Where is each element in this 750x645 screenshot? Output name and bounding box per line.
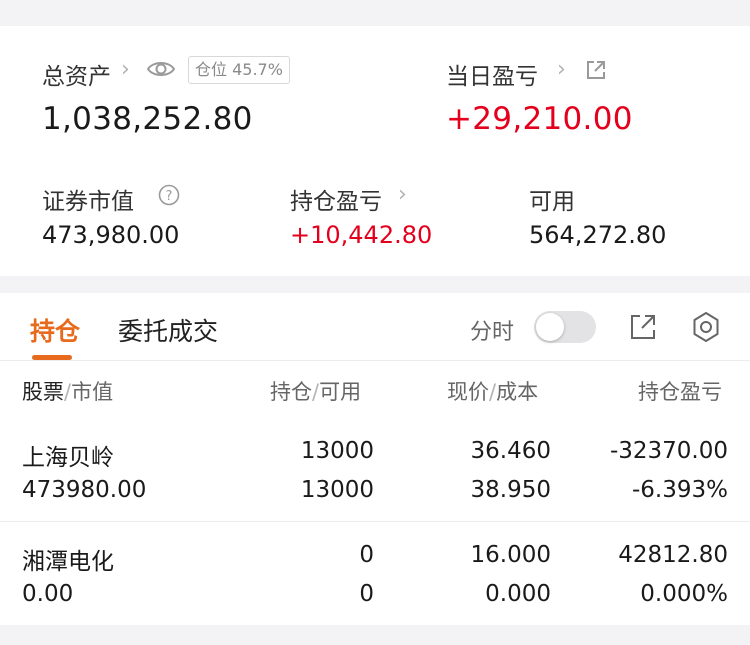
tab-divider [0, 360, 750, 361]
market-value-label: 证券市值 [42, 189, 134, 215]
intraday-toggle[interactable] [534, 311, 596, 343]
chevron-right-icon[interactable]: › [398, 182, 407, 207]
stock-name: 上海贝岭 [22, 445, 114, 471]
help-icon[interactable]: ? [158, 184, 180, 210]
row-divider [0, 521, 750, 522]
holding-pl-amount: -32370.00 [609, 438, 728, 464]
available-qty: 13000 [300, 477, 374, 503]
cost-price: 0.000 [485, 581, 551, 607]
table-row[interactable]: 上海贝岭 473980.00 13000 13000 36.460 38.950… [0, 423, 750, 519]
market-value-value: 473,980.00 [42, 221, 180, 249]
chevron-right-icon[interactable]: › [121, 57, 130, 82]
available-funds-label: 可用 [529, 189, 575, 215]
svg-text:?: ? [166, 189, 173, 204]
tab-holdings[interactable]: 持仓 [30, 312, 80, 348]
total-assets-value: 1,038,252.80 [42, 101, 253, 137]
holding-pl-label[interactable]: 持仓盈亏 [290, 182, 382, 216]
holding-qty: 13000 [300, 438, 374, 464]
holdings-card: 持仓 委托成交 分时 股票/市值 持仓/可用 现价/成本 持仓盈亏 上海贝岭 4… [0, 293, 750, 625]
current-price: 36.460 [470, 438, 551, 464]
stock-market-value: 0.00 [22, 581, 74, 607]
column-header-holding-available[interactable]: 持仓/可用 [270, 376, 361, 406]
stock-market-value: 473980.00 [22, 477, 147, 503]
holding-pl-amount: 42812.80 [618, 542, 728, 568]
account-summary-card: 总资产 › 仓位 45.7% 1,038,252.80 当日盈亏 › +29,2… [0, 26, 750, 276]
stock-name: 湘潭电化 [22, 549, 114, 575]
tab-orders[interactable]: 委托成交 [118, 312, 218, 348]
gear-icon[interactable] [689, 310, 723, 348]
available-qty: 0 [359, 581, 374, 607]
share-out-icon[interactable] [628, 312, 658, 346]
daily-pl-value: +29,210.00 [446, 101, 633, 137]
column-header-holding-pl[interactable]: 持仓盈亏 [638, 376, 722, 406]
eye-icon[interactable] [146, 58, 176, 84]
daily-pl-label[interactable]: 当日盈亏 [446, 57, 538, 91]
available-funds-value: 564,272.80 [529, 221, 667, 249]
holding-pl-value: +10,442.80 [290, 221, 433, 249]
total-assets-label[interactable]: 总资产 [42, 57, 111, 91]
holding-pl-percent: -6.393% [632, 477, 728, 503]
holding-qty: 0 [359, 542, 374, 568]
chevron-right-icon[interactable]: › [557, 57, 566, 82]
column-header-price-cost[interactable]: 现价/成本 [447, 376, 538, 406]
holding-pl-percent: 0.000% [640, 581, 728, 607]
current-price: 16.000 [470, 542, 551, 568]
cost-price: 38.950 [470, 477, 551, 503]
share-out-icon[interactable] [585, 59, 607, 85]
table-row[interactable]: 湘潭电化 0.00 0 0 16.000 0.000 42812.80 0.00… [0, 527, 750, 623]
column-header-stock-value[interactable]: 股票/市值 [22, 376, 113, 406]
intraday-label: 分时 [470, 320, 515, 345]
toggle-knob [536, 313, 564, 341]
position-ratio-badge: 仓位 45.7% [188, 56, 290, 84]
